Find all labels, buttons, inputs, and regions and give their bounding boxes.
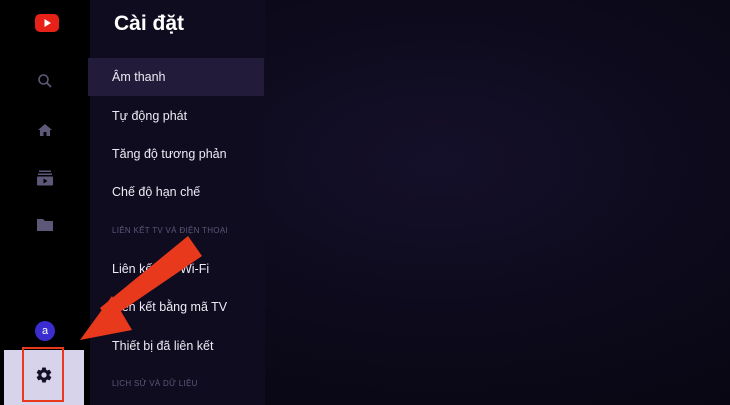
youtube-logo-icon[interactable] — [33, 12, 61, 34]
menu-item-label: Tăng độ tương phản — [112, 147, 227, 161]
menu-item-link-tv-code[interactable]: Liên kết bằng mã TV — [88, 288, 264, 326]
nav-rail: a — [0, 0, 90, 405]
library-icon[interactable] — [30, 210, 60, 240]
menu-item-label: Liên kết bằng mã TV — [112, 300, 228, 314]
menu-item-autoplay[interactable]: Tự động phát — [88, 97, 264, 135]
menu-item-restricted-mode[interactable]: Chế độ hạn chế — [88, 173, 264, 211]
menu-item-linked-devices[interactable]: Thiết bị đã liên kết — [88, 327, 264, 365]
page-title: Cài đặt — [114, 12, 185, 35]
avatar[interactable]: a — [35, 321, 55, 341]
tv-screen: a Cài đặt Âm thanh Tự động phát Tăng độ … — [0, 0, 730, 405]
avatar-letter: a — [41, 325, 49, 337]
menu-item-link-wifi[interactable]: Liên kết với Wi-Fi — [88, 250, 264, 288]
home-icon[interactable] — [30, 115, 60, 145]
search-icon[interactable] — [30, 66, 60, 96]
menu-item-label: Tự động phát — [112, 109, 188, 123]
section-header-link-tv: LIÊN KẾT TV VÀ ĐIỆN THOẠI — [112, 226, 228, 235]
menu-item-sound[interactable]: Âm thanh — [88, 58, 264, 96]
subscriptions-icon[interactable] — [30, 163, 60, 193]
highlight-box — [22, 347, 64, 402]
menu-item-label: Thiết bị đã liên kết — [112, 339, 214, 353]
section-header-history: LỊCH SỬ VÀ DỮ LIỆU — [112, 379, 198, 388]
menu-item-label: Âm thanh — [112, 70, 166, 84]
menu-item-label: Liên kết với Wi-Fi — [112, 262, 210, 276]
menu-item-label: Chế độ hạn chế — [112, 185, 201, 199]
menu-item-contrast[interactable]: Tăng độ tương phản — [88, 135, 264, 173]
